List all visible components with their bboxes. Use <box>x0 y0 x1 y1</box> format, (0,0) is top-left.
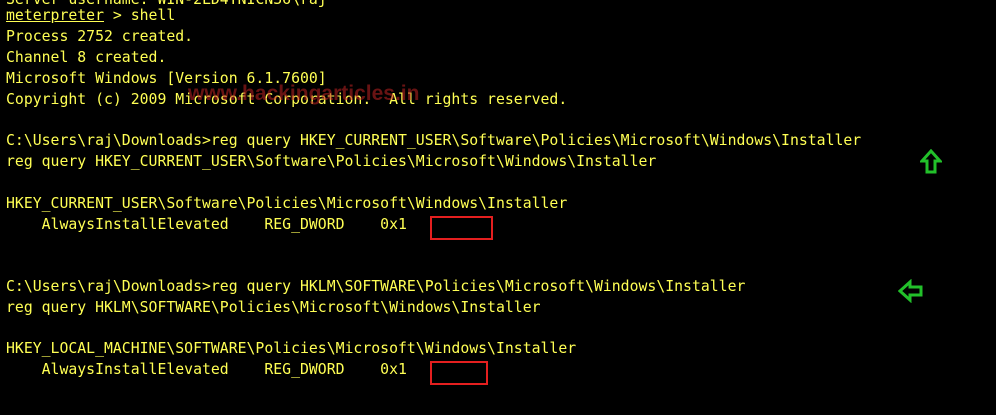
shell-command: > shell <box>104 7 176 24</box>
reg-query-hkcu-echo: reg query HKEY_CURRENT_USER\Software\Pol… <box>6 153 657 170</box>
hkcu-key-path: HKEY_CURRENT_USER\Software\Policies\Micr… <box>6 195 568 212</box>
terminal-window[interactable]: Server username: WIN-2LD4TNICN36\raj met… <box>0 0 996 415</box>
terminal-line: Channel 8 created. <box>6 49 167 66</box>
hklm-key-path: HKEY_LOCAL_MACHINE\SOFTWARE\Policies\Mic… <box>6 340 577 357</box>
reg-query-hklm-command: C:\Users\raj\Downloads>reg query HKLM\SO… <box>6 278 746 295</box>
hkcu-always-install-elevated-value: AlwaysInstallElevated REG_DWORD 0x1 <box>6 216 407 233</box>
terminal-line: Copyright (c) 2009 Microsoft Corporation… <box>6 91 568 108</box>
hklm-always-install-elevated-value: AlwaysInstallElevated REG_DWORD 0x1 <box>6 361 407 378</box>
arrow-up-outline-icon <box>920 149 942 174</box>
reg-query-hkcu-command: C:\Users\raj\Downloads>reg query HKEY_CU… <box>6 132 862 149</box>
arrow-left-outline-icon <box>898 279 923 303</box>
terminal-line: Microsoft Windows [Version 6.1.7600] <box>6 70 327 87</box>
hklm-value-highlight-box <box>430 361 488 385</box>
meterpreter-command-line: meterpreter > shell <box>6 6 175 26</box>
terminal-line: Process 2752 created. <box>6 28 194 45</box>
meterpreter-prompt: meterpreter <box>6 7 104 24</box>
reg-query-hklm-echo: reg query HKLM\SOFTWARE\Policies\Microso… <box>6 299 541 316</box>
hkcu-value-highlight-box <box>430 216 493 240</box>
